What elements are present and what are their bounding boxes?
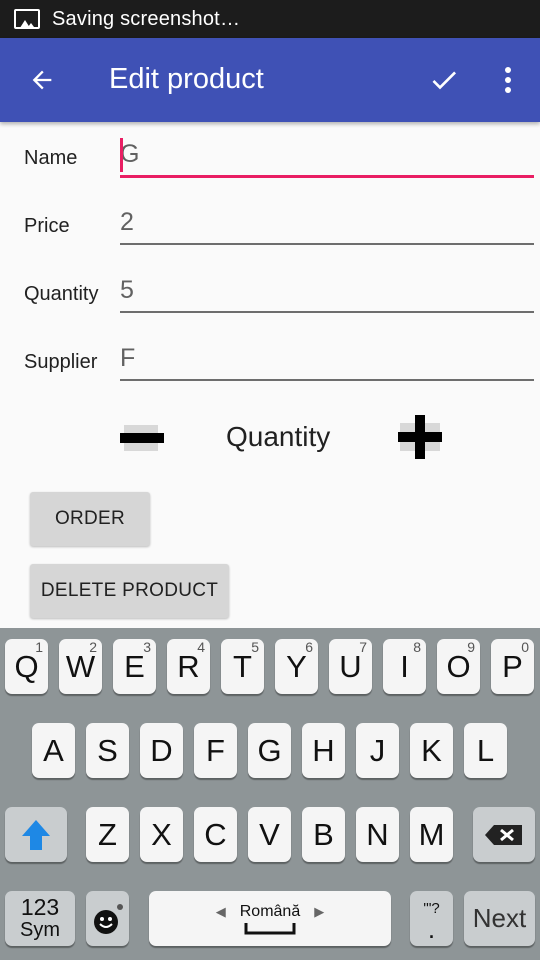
shift-key[interactable] [5,807,67,862]
chevron-right-icon: ▶ [314,903,325,919]
more-vert-icon [505,67,511,93]
punctuation-key[interactable]: '"?. [410,891,453,946]
back-button[interactable] [22,60,62,100]
text-cursor [120,138,123,172]
delete-product-button[interactable]: DELETE PRODUCT [30,564,229,618]
supplier-input[interactable] [120,337,534,381]
decrease-quantity-button[interactable] [118,418,166,458]
minus-icon [120,425,164,451]
increase-quantity-button[interactable] [396,412,444,462]
overflow-menu-button[interactable] [490,60,526,100]
key-t[interactable]: T5 [221,639,264,694]
quantity-stepper-label: Quantity [226,421,331,452]
name-label: Name [24,147,78,169]
key-h[interactable]: H [302,723,345,778]
key-b[interactable]: B [302,807,345,862]
key-e[interactable]: E3 [113,639,156,694]
check-icon [432,71,456,90]
symbols-key[interactable]: 123 Sym [5,891,75,946]
save-button[interactable] [424,60,464,100]
key-q[interactable]: Q1 [5,639,48,694]
key-j[interactable]: J [356,723,399,778]
order-button[interactable]: ORDER [30,492,150,546]
emoji-icon [93,903,123,934]
next-key[interactable]: Next [464,891,535,946]
name-input[interactable] [120,134,534,178]
backspace-key[interactable] [473,807,535,862]
key-r[interactable]: R4 [167,639,210,694]
space-key[interactable]: ◀ Română ▶ [149,891,391,946]
key-f[interactable]: F [194,723,237,778]
quantity-field-label: Quantity [24,283,99,305]
key-c[interactable]: C [194,807,237,862]
page-title: Edit product [109,63,264,95]
key-l[interactable]: L [464,723,507,778]
quantity-input[interactable] [120,269,534,313]
key-z[interactable]: Z [86,807,129,862]
language-label: Română [239,902,301,920]
key-x[interactable]: X [140,807,183,862]
status-bar: Saving screenshot… [0,0,540,38]
key-u[interactable]: U7 [329,639,372,694]
key-i[interactable]: I8 [383,639,426,694]
status-text: Saving screenshot… [52,7,241,30]
supplier-label: Supplier [24,351,98,373]
key-n[interactable]: N [356,807,399,862]
key-g[interactable]: G [248,723,291,778]
key-d[interactable]: D [140,723,183,778]
key-k[interactable]: K [410,723,453,778]
chevron-left-icon: ◀ [215,903,226,919]
price-label: Price [24,215,70,237]
plus-icon [398,415,442,459]
shift-arrow-icon [22,819,50,850]
key-p[interactable]: P0 [491,639,534,694]
space-bar-icon [244,922,296,934]
key-s[interactable]: S [86,723,129,778]
image-icon [14,9,40,29]
key-o[interactable]: O9 [437,639,480,694]
key-w[interactable]: W2 [59,639,102,694]
key-a[interactable]: A [32,723,75,778]
soft-keyboard: Q1 W2 E3 R4 T5 Y6 U7 I8 O9 P0 A S D F G … [0,628,540,960]
key-y[interactable]: Y6 [275,639,318,694]
emoji-key[interactable] [86,891,129,946]
price-input[interactable] [120,201,534,245]
backspace-icon [485,824,522,845]
arrow-back-icon [32,70,52,90]
app-bar: Edit product [0,38,540,122]
key-m[interactable]: M [410,807,453,862]
key-v[interactable]: V [248,807,291,862]
